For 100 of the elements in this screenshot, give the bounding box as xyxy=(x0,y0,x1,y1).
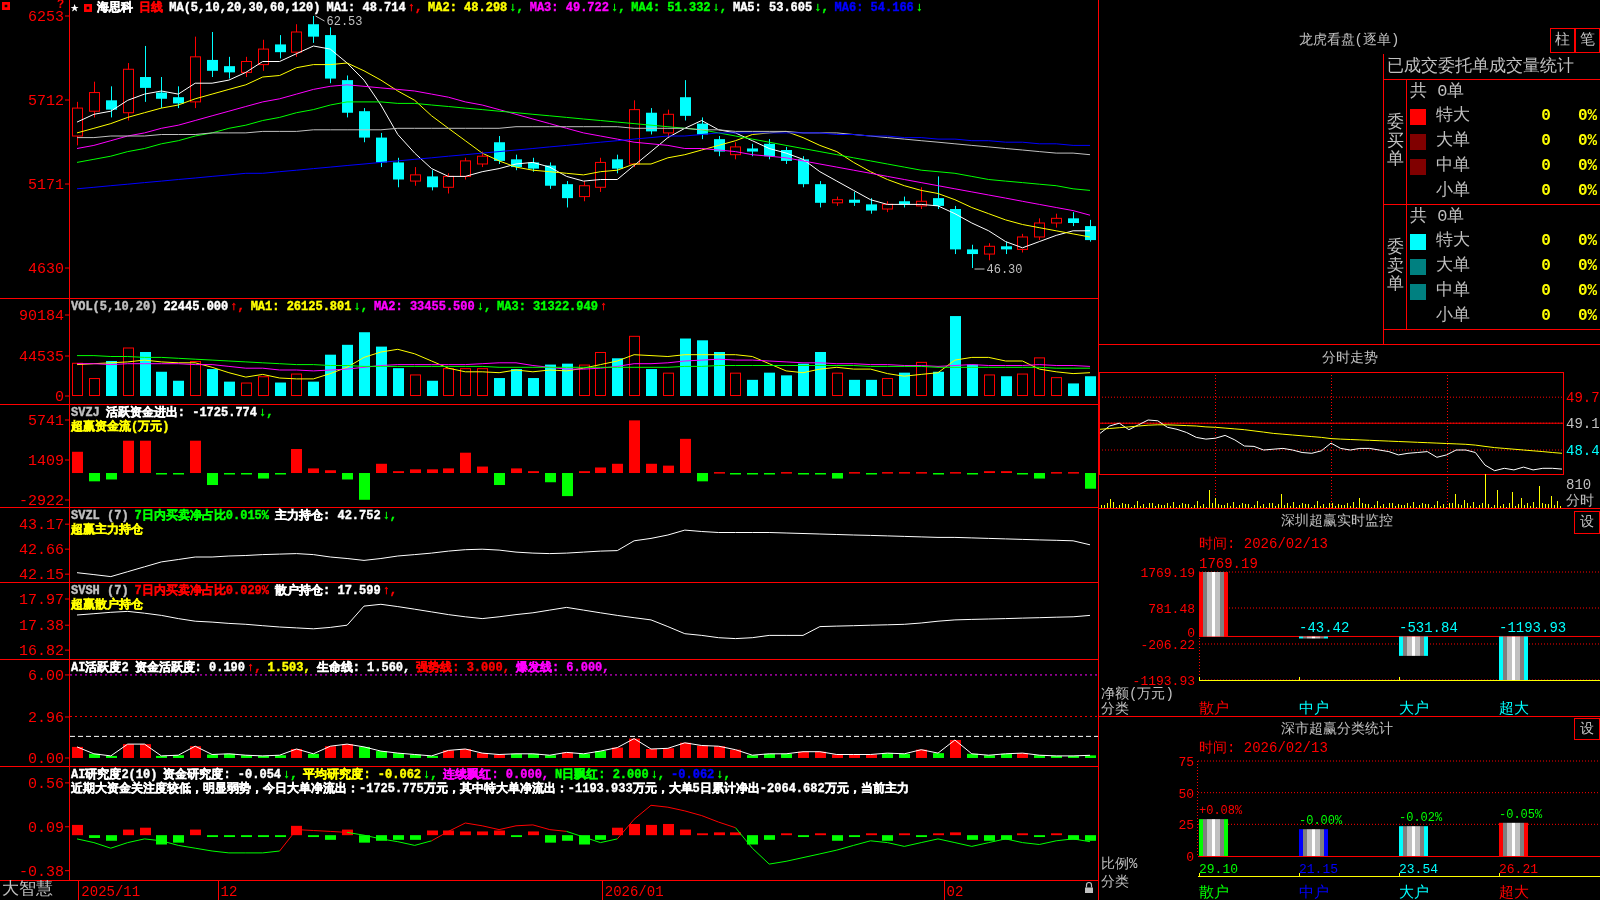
bar-value-label: 29.10 xyxy=(1199,862,1238,877)
axis-tick-label: -2922 xyxy=(19,493,64,507)
indicator-label: MA3: 31322.949 xyxy=(496,300,599,314)
axis-tick-label: 5171 xyxy=(28,177,64,194)
bar-value-label: -531.84 xyxy=(1399,620,1458,637)
trend-arrow: ↓, xyxy=(352,300,369,314)
trend-arrow: ↓, xyxy=(258,406,275,420)
indicator-label: SVZL (7) xyxy=(70,509,129,523)
order-count: 0 xyxy=(1541,181,1551,200)
app-brand-label: 大智慧 xyxy=(2,881,53,899)
order-share: 0% xyxy=(1578,156,1598,177)
indicator-label: MA6: 54.166 xyxy=(833,1,915,15)
trend-arrow: ↓, xyxy=(649,768,667,782)
change-percent-label: -0.02% xyxy=(1399,811,1443,826)
change-percent-label: -0.00% xyxy=(1299,814,1343,829)
axis-tick-label: 0.00 xyxy=(28,750,64,766)
indicator-label: MA5: 53.605 xyxy=(731,1,814,15)
axis-tick-label: 50 xyxy=(1178,786,1194,802)
bar-value-label: 1769.19 xyxy=(1199,556,1258,572)
indicator-caption: 超赢资金流(万元) xyxy=(70,420,171,434)
order-share: 0% xyxy=(1578,231,1598,252)
indicator-label: MA1: 48.714 xyxy=(325,1,407,15)
trend-arrow: ↓, xyxy=(282,768,299,782)
bar-value-label: 23.54 xyxy=(1399,862,1438,877)
indicator-label: MA(5,10,20,30,60,120) xyxy=(168,1,322,15)
indicator-label: 散户持仓: 17.599 xyxy=(274,584,382,598)
trend-arrow: ↓, xyxy=(381,509,399,523)
axis-tick-label: 0 xyxy=(55,389,64,404)
date-axis-label: 2026/01 xyxy=(604,884,664,900)
indicator-label: MA3: 49.722 xyxy=(528,1,610,15)
trend-arrow: ↑, xyxy=(229,300,246,314)
order-count: 0 xyxy=(1541,106,1551,125)
order-share: 0% xyxy=(1578,181,1598,202)
order-share: 0% xyxy=(1578,106,1598,127)
indicator-label: SVSH (7) xyxy=(70,584,129,598)
trend-arrow: ↑, xyxy=(246,661,263,675)
change-percent-label: -0.05% xyxy=(1499,807,1543,822)
trend-arrow: ↓, xyxy=(715,768,732,782)
category-label: 中户 xyxy=(1299,701,1329,716)
axis-title: 分类 xyxy=(1101,701,1129,716)
low-price-label: 46.30 xyxy=(986,263,1023,278)
bar-value-label: -1193.93 xyxy=(1499,620,1567,637)
category-label: 散户 xyxy=(1199,885,1229,900)
axis-tick-label: 6253 xyxy=(28,9,64,26)
group-label: 委买单 xyxy=(1386,113,1404,171)
trend-arrow: ↑ xyxy=(598,300,609,314)
indicator-label: N日飘红: 2.000 xyxy=(554,768,650,782)
order-count: 0 xyxy=(1541,281,1551,300)
order-size-label: 特大 xyxy=(1436,231,1470,251)
category-label: 大户 xyxy=(1399,701,1429,716)
indicator-label: MA4: 51.332 xyxy=(630,1,712,15)
axis-tick-label: 0.56 xyxy=(28,775,64,793)
bar-value-label: -43.42 xyxy=(1299,620,1350,637)
indicator-label: -0.062 xyxy=(670,768,716,782)
order-count: 0 xyxy=(1541,156,1551,175)
trend-arrow: ↑, xyxy=(381,584,399,598)
axis-tick-label: 90184 xyxy=(19,308,64,325)
axis-tick-label: 1409 xyxy=(28,453,64,470)
volume-max-label: 810 xyxy=(1566,477,1592,493)
indicator-label: AI研究度2(10) xyxy=(70,768,158,782)
price-tick-label: 49.1 xyxy=(1566,416,1600,433)
indicator-caption: 超赢散户持仓 xyxy=(70,598,144,612)
timestamp-label: 时间: 2026/02/13 xyxy=(1199,536,1328,552)
indicator-label: ★ xyxy=(70,1,80,15)
indicator-label: 活跃资金进出: -1725.774 xyxy=(104,406,259,420)
group-total: 共 0单 xyxy=(1410,82,1465,101)
axis-tick-label: 781.48 xyxy=(1148,602,1195,617)
indicator-label: 资金活跃度: 0.190 xyxy=(133,661,247,675)
axis-title: 比例% xyxy=(1101,856,1138,872)
volume-caption: 分时 xyxy=(1566,493,1594,508)
order-count: 0 xyxy=(1541,306,1551,325)
axis-tick-label: 2.96 xyxy=(28,710,64,727)
indicator-label: MA2: 48.298 xyxy=(427,1,509,15)
indicator-label: SVZJ xyxy=(70,406,101,420)
order-count: 0 xyxy=(1541,256,1551,275)
category-label: 超大 xyxy=(1499,701,1529,716)
indicator-label: AI活跃度2 xyxy=(70,661,130,675)
indicator-label: 连续飘红: 0.000, xyxy=(442,768,551,782)
order-size-label: 小单 xyxy=(1436,306,1470,326)
order-share: 0% xyxy=(1578,306,1598,327)
date-axis-label: 2025/11 xyxy=(81,884,141,900)
axis-tick-label: 43.17 xyxy=(19,517,64,535)
order-share: 0% xyxy=(1578,131,1598,152)
change-percent-label: +0.08% xyxy=(1199,804,1243,819)
indicator-label: VOL(5,10,20) xyxy=(70,300,159,314)
axis-tick-label: 4630 xyxy=(28,261,64,279)
bar-value-label: 26.21 xyxy=(1499,862,1538,877)
axis-tick-label: 42.15 xyxy=(19,567,64,582)
indicator-caption: 近期大资金关注度较低，明显弱势，今日大单净流出：-1725.775万元，其中特大单净流出：-1193.933万元，大单5日累计净出-2064.682万元，当前主力 xyxy=(70,782,910,796)
category-label: 大户 xyxy=(1399,885,1429,900)
indicator-label: MA2: 33455.500 xyxy=(372,300,476,314)
axis-tick-label: 16.82 xyxy=(19,643,64,659)
trend-arrow: ↓, xyxy=(609,1,627,15)
date-axis-label: 02 xyxy=(946,884,964,900)
indicator-label: 平均研究度: -0.062 xyxy=(302,768,423,782)
axis-tick-label: 25 xyxy=(1178,818,1194,834)
category-label: 超大 xyxy=(1499,885,1529,900)
axis-tick-label: 17.38 xyxy=(19,618,64,636)
order-count: 0 xyxy=(1541,131,1551,150)
indicator-label: 主力持仓: 42.752 xyxy=(274,509,382,523)
